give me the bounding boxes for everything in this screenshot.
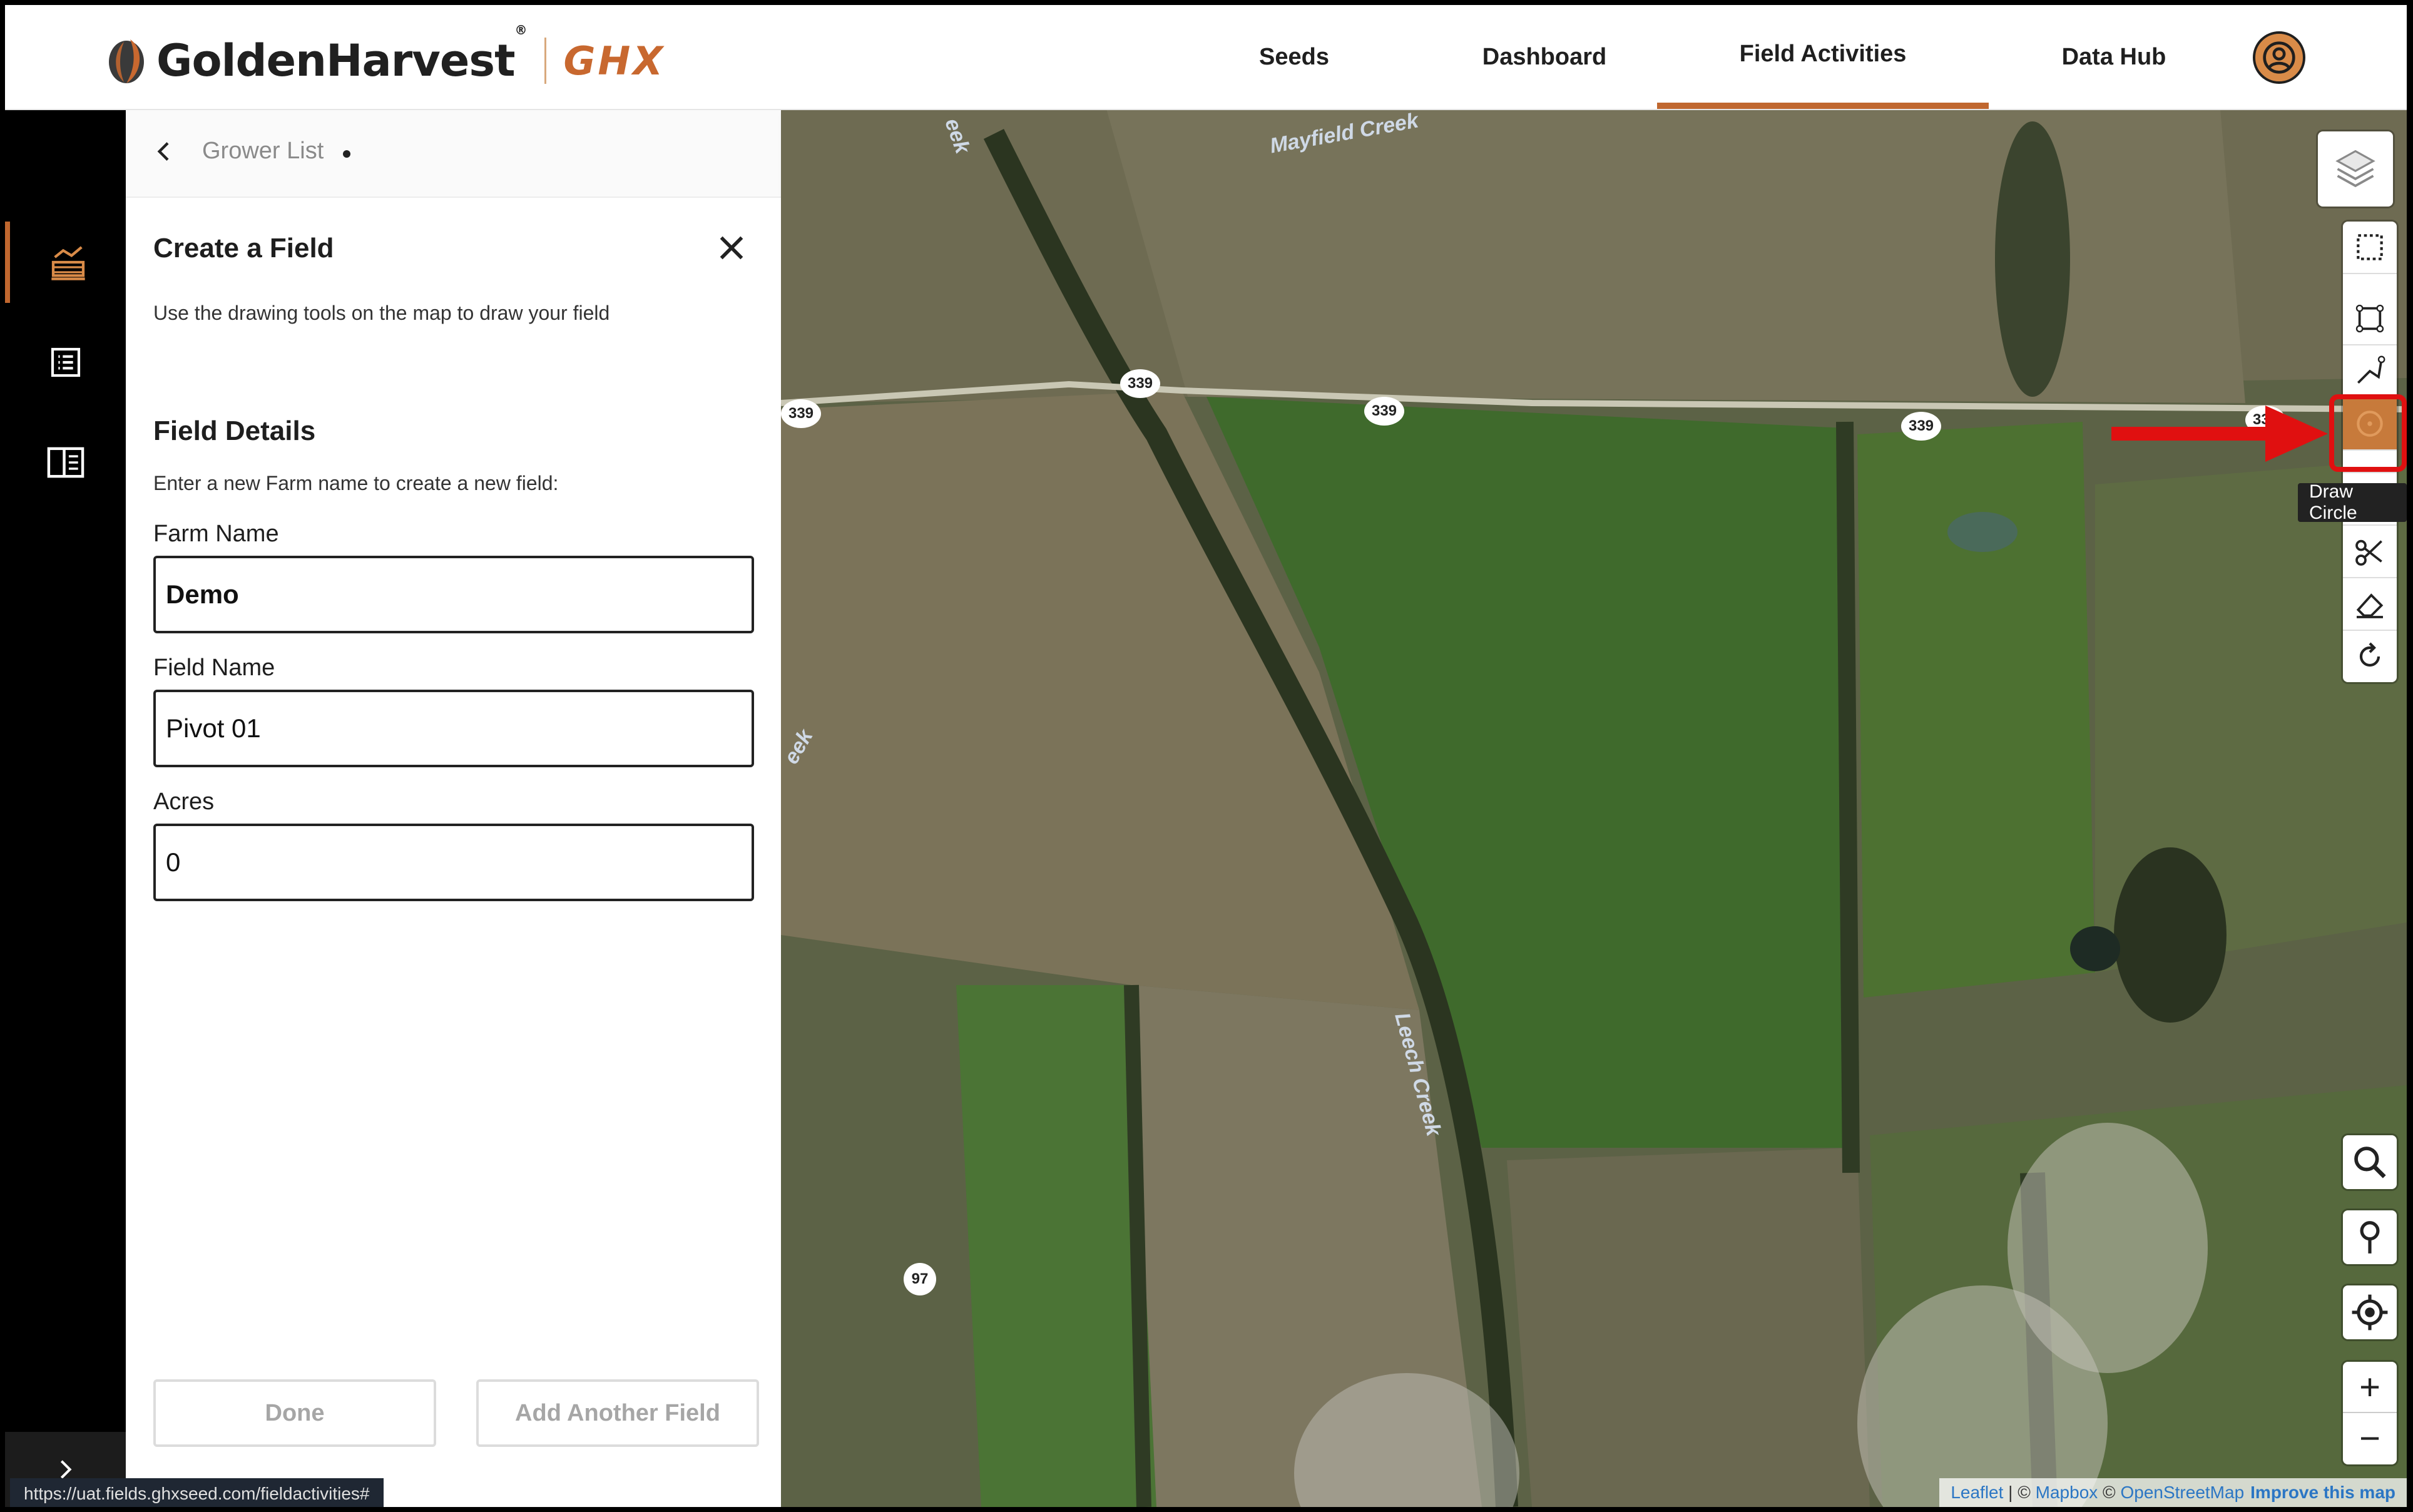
brand-name: GoldenHarvest®	[156, 23, 528, 86]
nav-data-hub[interactable]: Data Hub	[2033, 5, 2195, 109]
section-title: Field Details	[153, 416, 316, 446]
satellite-map[interactable]: Mayfield Creek Leech Creek eek eek 339 3…	[781, 109, 2407, 1507]
zoom-in-button[interactable]: +	[2343, 1362, 2397, 1413]
farm-analytics-icon	[51, 246, 85, 280]
layers-icon	[2335, 150, 2375, 188]
farm-name-input[interactable]	[153, 556, 754, 633]
route-shield-339: 339	[1364, 397, 1404, 426]
rail-item-split-panel[interactable]	[5, 422, 126, 503]
create-field-panel: Grower List Create a Field Use the drawi…	[126, 109, 844, 1507]
draw-rectangle-tool[interactable]	[2343, 222, 2397, 274]
split-panel-icon	[47, 447, 84, 478]
leaflet-link[interactable]: Leaflet	[1951, 1483, 2003, 1503]
left-rail	[5, 109, 126, 1507]
breadcrumb-separator	[343, 150, 350, 158]
route-shield-339: 339	[1120, 369, 1160, 398]
osm-link[interactable]: OpenStreetMap	[2120, 1483, 2244, 1503]
field-name-label: Field Name	[153, 655, 275, 681]
locate-me-button[interactable]	[2343, 1285, 2397, 1339]
brand-sub: GHX	[563, 38, 666, 84]
attribution-sep-2: ©	[2098, 1483, 2121, 1502]
eraser-tool[interactable]	[2343, 578, 2397, 631]
add-another-field-button[interactable]: Add Another Field	[476, 1379, 759, 1447]
user-icon	[2263, 41, 2295, 74]
panel-title: Create a Field	[153, 233, 334, 263]
map-imagery	[781, 109, 2407, 1507]
draw-polygon-icon	[2355, 304, 2384, 333]
cut-icon	[2355, 539, 2382, 566]
annotation-arrow-icon	[2111, 406, 2328, 462]
pin-icon	[2360, 1221, 2380, 1254]
eraser-icon	[2356, 593, 2384, 618]
logo-divider	[544, 38, 546, 84]
top-header: GoldenHarvest® GHX Seeds Dashboard Field…	[5, 5, 2407, 110]
nav-field-activities[interactable]: Field Activities	[1657, 5, 1989, 109]
draw-rectangle-icon	[2357, 234, 2383, 260]
breadcrumb: Grower List	[126, 109, 781, 198]
attribution-sep: | ©	[2003, 1483, 2036, 1502]
improve-map-link[interactable]: Improve this map	[2250, 1483, 2395, 1503]
breadcrumb-grower-list[interactable]: Grower List	[202, 138, 324, 165]
zoom-control: + −	[2343, 1362, 2397, 1464]
map-attribution: Leaflet | © Mapbox © OpenStreetMap Impro…	[1939, 1478, 2407, 1507]
status-bar-url: https://uat.fields.ghxseed.com/fieldacti…	[10, 1478, 384, 1507]
annotation-highlight-box	[2329, 394, 2407, 472]
locate-icon	[2352, 1294, 2388, 1331]
acres-input[interactable]	[153, 824, 754, 901]
zoom-out-button[interactable]: −	[2343, 1413, 2397, 1463]
route-shield-339: 339	[781, 399, 821, 428]
nav-seeds[interactable]: Seeds	[1219, 5, 1369, 109]
user-avatar[interactable]	[2253, 31, 2305, 84]
panel-subtitle: Use the drawing tools on the map to draw…	[153, 302, 610, 324]
rotate-icon	[2359, 642, 2380, 667]
rail-item-list[interactable]	[5, 322, 126, 403]
acres-label: Acres	[153, 789, 215, 815]
cut-tool[interactable]	[2343, 526, 2397, 578]
list-icon	[51, 347, 80, 377]
search-map-button[interactable]	[2343, 1135, 2397, 1189]
rotate-tool[interactable]	[2343, 631, 2397, 682]
draw-line-tool[interactable]	[2343, 345, 2397, 398]
app-window: GoldenHarvest® GHX Seeds Dashboard Field…	[5, 5, 2407, 1507]
draw-line-icon	[2357, 355, 2385, 384]
nav-dashboard[interactable]: Dashboard	[1457, 5, 1632, 109]
route-shield-97: 97	[904, 1263, 936, 1295]
section-description: Enter a new Farm name to create a new fi…	[153, 472, 559, 494]
draw-circle-tooltip: Draw Circle	[2298, 481, 2407, 523]
close-icon[interactable]	[714, 230, 749, 268]
chevron-left-icon[interactable]	[152, 138, 177, 168]
field-name-input[interactable]	[153, 690, 754, 767]
drop-pin-button[interactable]	[2343, 1210, 2397, 1264]
layers-button[interactable]	[2318, 131, 2393, 207]
leaf-logo-icon	[109, 39, 144, 83]
mapbox-link[interactable]: Mapbox	[2036, 1483, 2098, 1503]
farm-name-label: Farm Name	[153, 521, 279, 547]
brand-logo[interactable]: GoldenHarvest® GHX	[105, 23, 666, 89]
done-button[interactable]: Done	[153, 1379, 436, 1447]
search-icon	[2354, 1147, 2386, 1178]
rail-item-farm-analytics[interactable]	[5, 222, 126, 303]
draw-polygon-tool[interactable]	[2343, 293, 2397, 345]
route-shield-339: 339	[1901, 412, 1941, 441]
